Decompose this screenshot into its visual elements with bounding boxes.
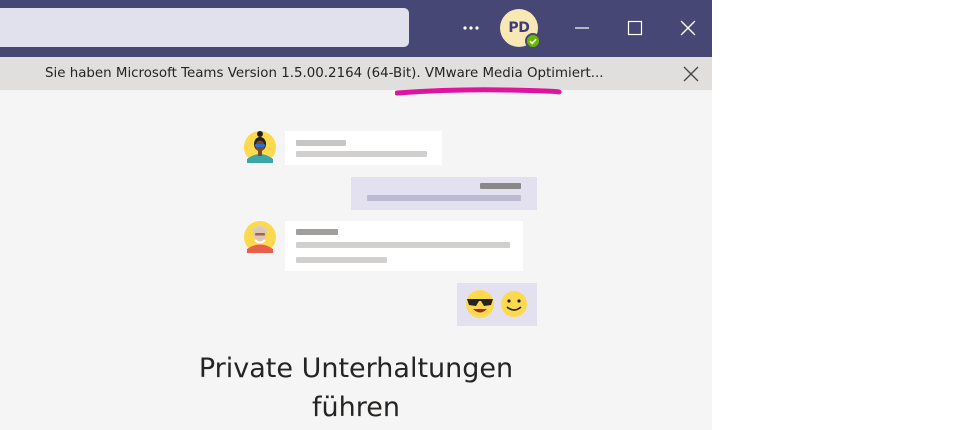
close-window-button[interactable] (669, 10, 707, 46)
emoji-reaction-bubble (457, 283, 537, 326)
maximize-button[interactable] (616, 10, 654, 46)
title-bar: PD (0, 0, 712, 57)
minimize-icon (575, 27, 589, 29)
chat-bubble-incoming (285, 131, 442, 165)
more-icon (463, 26, 479, 30)
minimize-button[interactable] (563, 10, 601, 46)
chat-bubble-incoming (285, 221, 523, 271)
notification-bar: Sie haben Microsoft Teams Version 1.5.00… (0, 57, 712, 90)
page-heading-line1: Private Unterhaltungen (198, 353, 514, 384)
presence-available-icon (525, 33, 541, 49)
close-icon (683, 66, 699, 82)
maximize-icon (627, 20, 643, 36)
emoji-icons (466, 290, 527, 318)
page-heading-line2: führen (312, 392, 400, 423)
dismiss-notification-button[interactable] (680, 62, 702, 84)
more-options-button[interactable] (453, 14, 489, 42)
chat-bubble-outgoing (351, 177, 537, 210)
close-icon (680, 20, 696, 36)
person-avatar-illustration (244, 221, 276, 253)
person-avatar-illustration (244, 131, 276, 163)
highlight-annotation (395, 87, 562, 96)
notification-text: Sie haben Microsoft Teams Version 1.5.00… (45, 66, 604, 81)
search-input[interactable] (0, 8, 409, 47)
teams-window: PD Sie haben Microsoft Teams Version 1.5… (0, 0, 712, 430)
